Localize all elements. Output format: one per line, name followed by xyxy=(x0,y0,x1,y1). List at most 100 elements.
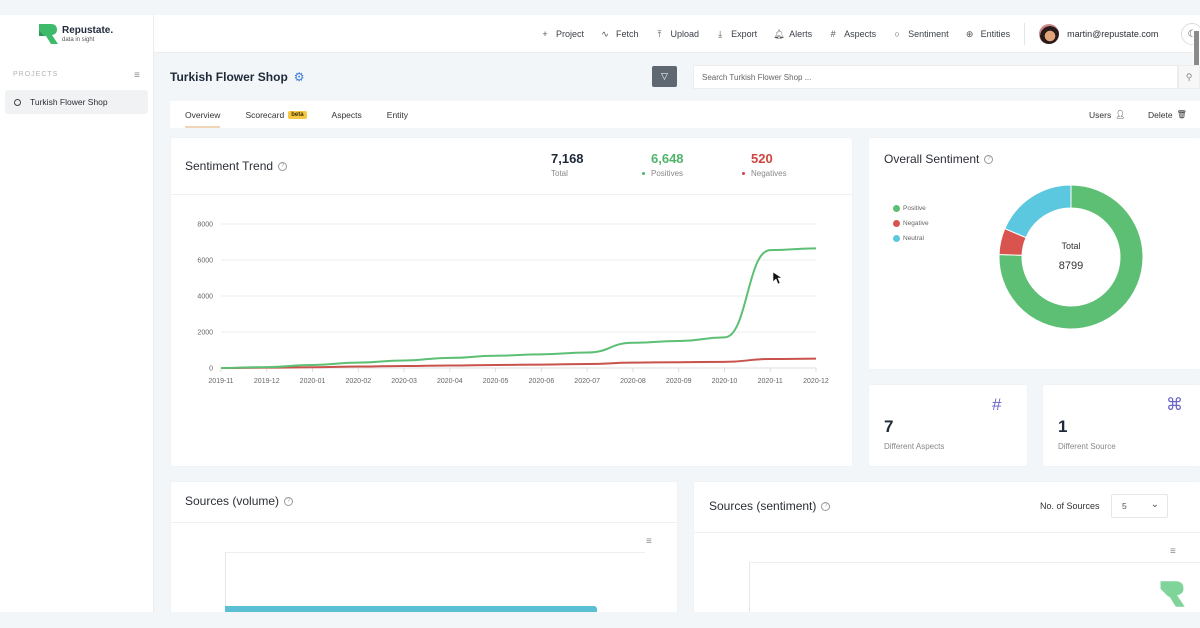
top-strip xyxy=(0,0,1200,15)
search-icon: ⚲ xyxy=(1185,71,1193,82)
x-tick-label: 2020-01 xyxy=(300,378,326,385)
nav-label: Project xyxy=(556,29,585,39)
nav-entities[interactable]: ⊕ Entities xyxy=(965,29,1010,40)
help-icon[interactable]: ? xyxy=(278,161,288,171)
search-input[interactable]: Search Turkish Flower Shop ... xyxy=(693,65,1178,89)
chart-menu-icon[interactable]: ≡ xyxy=(646,536,652,547)
sources-count-value: 1 xyxy=(1058,417,1068,436)
logo-tagline: data in sight xyxy=(62,37,95,43)
x-tick-label: 2020-09 xyxy=(666,378,692,385)
trash-icon: 🗑︎ xyxy=(1176,110,1187,119)
sentiment-trend-chart: 0 2000 4000 6000 8000 2019-11 2019-12 2020-01 20… xyxy=(197,222,829,386)
sources-count-label: No. of Sources xyxy=(1040,501,1100,511)
delete-button[interactable]: Delete 🗑︎ xyxy=(1148,101,1187,128)
nav-divider xyxy=(1024,23,1026,45)
tab-label: Scorecard xyxy=(245,109,285,120)
stat-total-value: 7,168 xyxy=(551,151,584,166)
donut-center-value: 8799 xyxy=(1059,260,1083,272)
series-line-positives[interactable] xyxy=(220,247,817,369)
nav-project[interactable]: + Project xyxy=(540,29,584,39)
repustate-watermark-icon xyxy=(1160,581,1185,607)
select-value: 5 xyxy=(1122,501,1127,511)
sources-count-select[interactable]: 5 ⌄ xyxy=(1111,494,1168,518)
nav-label: Upload xyxy=(670,29,700,39)
nav-fetch[interactable]: ∿ Fetch xyxy=(600,28,638,40)
activity-icon: ∿ xyxy=(601,28,609,39)
logo-name: Repustate. xyxy=(62,25,114,36)
sources-volume-card: Sources (volume) ? ≡ xyxy=(171,482,677,622)
filter-icon: ▽ xyxy=(661,71,668,81)
tab-label: Entity xyxy=(386,109,409,120)
page-title: Turkish Flower Shop ⚙ xyxy=(170,70,305,84)
users-button[interactable]: Users 👤︎ xyxy=(1089,101,1125,128)
sidebar-item-project[interactable]: Turkish Flower Shop xyxy=(5,90,148,114)
circle-icon: ○ xyxy=(894,29,900,39)
tab-entity[interactable]: Entity xyxy=(387,101,408,128)
stat-negatives: 520 Negatives xyxy=(742,151,787,178)
chart-menu-icon[interactable]: ≡ xyxy=(1170,546,1176,557)
tab-overview[interactable]: Overview xyxy=(185,101,221,128)
series-line-negatives[interactable] xyxy=(220,357,817,369)
donut-slice-neutral[interactable] xyxy=(1004,184,1072,239)
sources-volume-title: Sources (volume) ? xyxy=(185,494,294,508)
help-icon[interactable]: ? xyxy=(821,501,831,511)
help-icon[interactable]: ? xyxy=(284,496,294,506)
bottom-strip xyxy=(0,612,1200,628)
x-tick-label: 2020-04 xyxy=(437,378,463,385)
nav-upload[interactable]: ⤒ Upload xyxy=(655,29,700,40)
stat-negatives-label: Negatives xyxy=(751,169,787,178)
gear-icon[interactable]: ⚙ xyxy=(294,70,305,84)
bell-icon: 🔔︎ xyxy=(773,28,785,39)
x-tick-label: 2020-12 xyxy=(803,378,829,385)
stat-positives: 6,648 Positives xyxy=(642,151,684,178)
card-title-text: Sources (sentiment) xyxy=(709,499,817,513)
nav-sentiment[interactable]: ○ Sentiment xyxy=(892,29,948,39)
y-tick-label: 2000 xyxy=(197,330,213,337)
legend-item-negative[interactable]: Negative xyxy=(893,220,929,227)
search-button[interactable]: ⚲ xyxy=(1178,65,1200,89)
nav-label: Aspects xyxy=(844,29,877,39)
logo[interactable]: Repustate. data in sight xyxy=(0,15,154,53)
legend-swatch xyxy=(893,235,900,242)
card-title-text: Sentiment Trend xyxy=(185,159,274,173)
radio-circle-icon xyxy=(14,98,21,106)
nav-label: Alerts xyxy=(789,29,813,39)
stat-total: 7,168 Total xyxy=(551,151,584,178)
sentiment-trend-title: Sentiment Trend ? xyxy=(185,159,288,173)
sidebar-item-label: Turkish Flower Shop xyxy=(30,97,108,107)
legend-item-neutral[interactable]: Neutral xyxy=(893,235,924,242)
nav-aspects[interactable]: # Aspects xyxy=(828,29,877,39)
aspects-count-value: 7 xyxy=(884,417,894,436)
stat-negatives-value: 520 xyxy=(751,151,773,166)
header: Repustate. data in sight + Project ∿ Fetch… xyxy=(0,15,1200,53)
user-icon: 👤︎ xyxy=(1115,110,1126,119)
sources-count-card[interactable]: ⌘ 1 Different Source xyxy=(1043,385,1200,466)
overall-sentiment-donut: Total 8799 xyxy=(998,184,1144,330)
filter-button[interactable]: ▽ xyxy=(652,66,677,87)
sidebar: PROJECTS ≡ Turkish Flower Shop xyxy=(0,53,154,613)
sources-sentiment-title: Sources (sentiment) ? xyxy=(709,499,831,513)
tab-aspects[interactable]: Aspects xyxy=(332,101,362,128)
tab-bar: Overview Scorecard beta Aspects Entity Us… xyxy=(170,101,1200,128)
top-nav: + Project ∿ Fetch ⤒ Upload ⤓ Export 🔔︎ Alerts… xyxy=(540,15,1158,53)
tab-label: Aspects xyxy=(331,109,362,120)
tab-scorecard[interactable]: Scorecard beta xyxy=(245,101,307,128)
legend-swatch xyxy=(893,220,900,227)
negative-dot xyxy=(742,172,745,176)
sidebar-heading: PROJECTS xyxy=(13,71,59,78)
legend-item-positive[interactable]: Positive xyxy=(893,205,926,212)
x-tick-label: 2020-02 xyxy=(345,378,371,385)
sidebar-menu-icon[interactable]: ≡ xyxy=(134,70,140,81)
project-title-text: Turkish Flower Shop xyxy=(170,70,288,84)
x-tick-label: 2019-11 xyxy=(208,378,233,385)
download-icon: ⤓ xyxy=(718,28,723,39)
aspects-count-label: Different Aspects xyxy=(884,442,945,451)
x-tick-label: 2020-06 xyxy=(529,378,555,385)
tab-label: Overview xyxy=(185,109,221,120)
nav-alerts[interactable]: 🔔︎ Alerts xyxy=(773,29,812,40)
card-divider xyxy=(694,532,1200,533)
user-menu[interactable]: martin@repustate.com xyxy=(1039,24,1158,44)
command-icon: ⌘ xyxy=(1166,395,1183,414)
nav-export[interactable]: ⤓ Export xyxy=(715,29,757,40)
aspects-count-card[interactable]: # 7 Different Aspects xyxy=(869,385,1027,466)
